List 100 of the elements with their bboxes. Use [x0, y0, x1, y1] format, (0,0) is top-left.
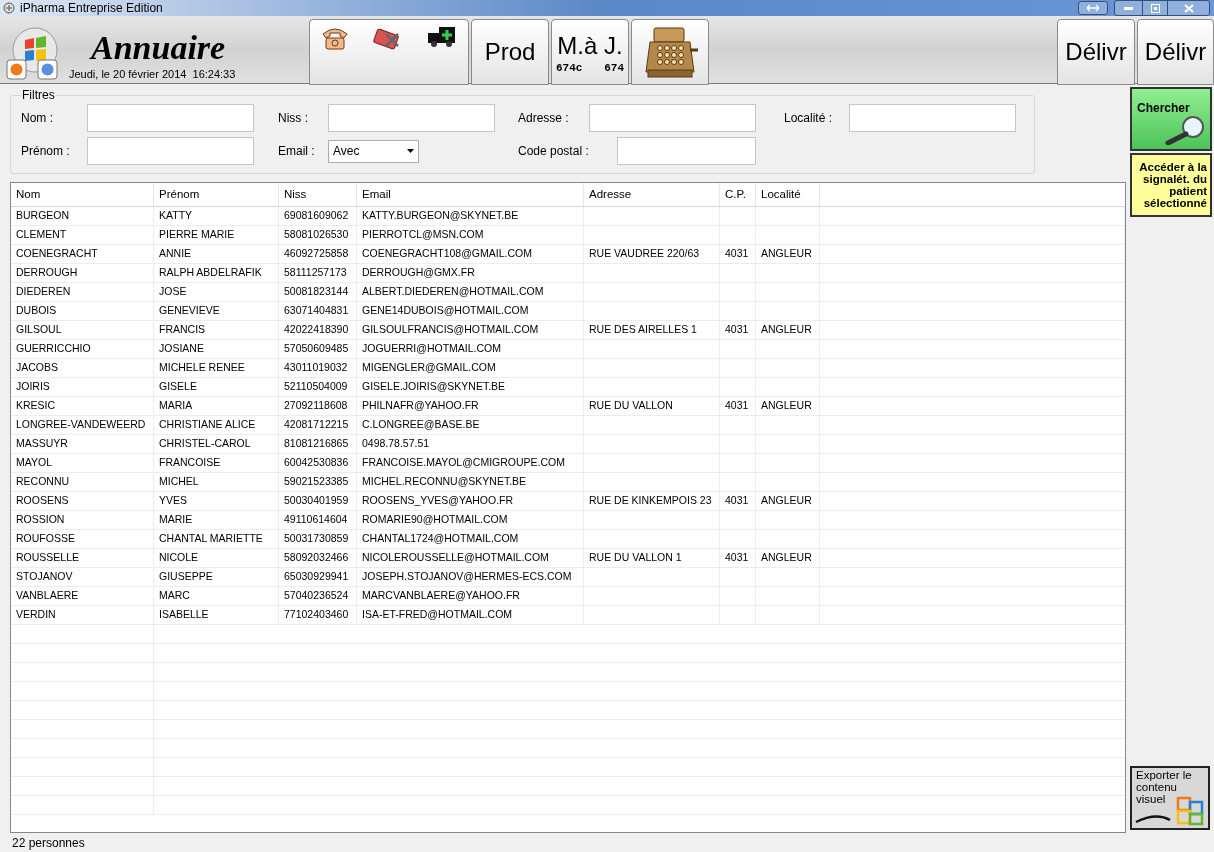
magnifier-icon: [1162, 115, 1206, 145]
table-cell: MICHEL: [159, 474, 199, 490]
deliver-button[interactable]: Délivr: [1057, 19, 1135, 85]
column-header[interactable]: Prénom: [154, 183, 279, 206]
table-row[interactable]: ROSSION MARIE 49110614604 ROMARIE90@HOTMAIL.COM: [11, 511, 1125, 530]
table-row[interactable]: MAYOL FRANCOISE 60042530836 FRANCOISE.MAYOL@CMIGROUPE.COM: [11, 454, 1125, 473]
input-field[interactable]: [849, 104, 1016, 132]
cash-register-button[interactable]: [631, 19, 709, 85]
column-header[interactable]: Adresse: [584, 183, 720, 206]
table-cell: DERROUGH: [16, 265, 78, 281]
table-cell: CHRISTIANE ALICE: [159, 417, 256, 433]
table-row[interactable]: DUBOIS GENEVIEVE 63071404831 GENE14DUBOIS@HOTMAIL.COM: [11, 302, 1125, 321]
table-cell: 50031730859: [284, 531, 349, 547]
column-header[interactable]: Niss: [279, 183, 357, 206]
table-row[interactable]: JOIRIS GISELE 52110504009 GISELE.JOIRIS@SKYNET.BE: [11, 378, 1125, 397]
table-cell: GISELE: [159, 379, 197, 395]
table-cell: 58111257173: [284, 265, 347, 281]
table-row[interactable]: BURGEON KATTY 69081609062 KATTY.BURGEON@SKYNET.BE: [11, 207, 1125, 226]
prod-button[interactable]: Prod: [471, 19, 549, 85]
table-cell: ROUSSELLE: [16, 550, 80, 566]
field-label: Adresse :: [518, 110, 570, 127]
table-row[interactable]: CLEMENT PIERRE MARIE 58081026530 PIERROTCL@MSN.COM: [11, 226, 1125, 245]
table-cell: MARCVANBLAERE@YAHOO.FR: [362, 588, 520, 604]
table-cell: RALPH ABDELRAFIK: [159, 265, 262, 281]
field-label: Code postal :: [518, 143, 590, 160]
table-row[interactable]: MASSUYR CHRISTEL-CAROL 81081216865 0498.78.57.51: [11, 435, 1125, 454]
export-button[interactable]: Exporter le contenu visuel: [1130, 766, 1210, 830]
table-row[interactable]: COENEGRACHT ANNIE 46092725858 COENEGRACHT108@GMAIL.COM RUE VAUDREE 220/63 4031 ANGLEUR: [11, 245, 1125, 264]
table-cell: KRESIC: [16, 398, 56, 414]
table-cell: 77102403460: [284, 607, 349, 623]
table-row[interactable]: RECONNU MICHEL 59021523385 MICHEL.RECONNU@SKYNET.BE: [11, 473, 1125, 492]
table-cell: GUERRICCHIO: [16, 341, 91, 357]
table-cell: KATTY: [159, 208, 193, 224]
table-cell: MARC: [159, 588, 190, 604]
table-row[interactable]: DERROUGH RALPH ABDELRAFIK 58111257173 DERROUGH@GMX.FR: [11, 264, 1125, 283]
table-cell: GISELE.JOIRIS@SKYNET.BE: [362, 379, 506, 395]
table-row[interactable]: ROOSENS YVES 50030401959 ROOSENS_YVES@YAHOO.FR RUE DE KINKEMPOIS 23 4031 ANGLEUR: [11, 492, 1125, 511]
table-cell: MAYOL: [16, 455, 52, 471]
table-cell: ANGLEUR: [761, 398, 812, 414]
field-label: Prénom :: [21, 143, 71, 160]
table-cell: 69081609062: [284, 208, 349, 224]
table-cell: RUE DES AIRELLES 1: [589, 322, 697, 338]
status-text: 22 personnes: [12, 834, 85, 852]
table-cell: ANNIE: [159, 246, 192, 262]
input-field[interactable]: [617, 137, 756, 165]
table-row[interactable]: VANBLAERE MARC 57040236524 MARCVANBLAERE@YAHOO.FR: [11, 587, 1125, 606]
table-cell: YVES: [159, 493, 187, 509]
table-cell: 57050609485: [284, 341, 349, 357]
office-icon: [1134, 794, 1206, 826]
table-cell: PIERROTCL@MSN.COM: [362, 227, 484, 243]
table-cell: 49110614604: [284, 512, 348, 528]
table-cell: 4031: [725, 246, 749, 262]
table-cell: JOSEPH.STOJANOV@HERMES-ECS.COM: [362, 569, 572, 585]
field-label: Niss :: [278, 110, 309, 127]
app-icon: [3, 2, 15, 14]
table-row[interactable]: KRESIC MARIA 27092118608 PHILNAFR@YAHOO.FR RUE DU VALLON 4031 ANGLEUR: [11, 397, 1125, 416]
table-cell: 43011019032: [284, 360, 348, 376]
table-row[interactable]: VERDIN ISABELLE 77102403460 ISA-ET-FRED@HOTMAIL.COM: [11, 606, 1125, 625]
deliver-button[interactable]: Délivr: [1137, 19, 1214, 85]
table-cell: 63071404831: [284, 303, 349, 319]
table-cell: 81081216865: [284, 436, 349, 452]
table-cell: KATTY.BURGEON@SKYNET.BE: [362, 208, 519, 224]
input-field[interactable]: [87, 104, 254, 132]
update-button[interactable]: M.à J. 674c 674: [551, 19, 629, 85]
search-button[interactable]: Chercher: [1130, 87, 1212, 151]
table-cell: ISA-ET-FRED@HOTMAIL.COM: [362, 607, 513, 623]
column-header[interactable]: C.P.: [720, 183, 756, 206]
table-row[interactable]: GILSOUL FRANCIS 42022418390 GILSOULFRANCIS@HOTMAIL.COM RUE DES AIRELLES 1 4031 ANGLEUR: [11, 321, 1125, 340]
patient-record-button[interactable]: Accéder à la signalét. du patient sélectionné: [1130, 153, 1212, 217]
table-cell: 4031: [725, 322, 749, 338]
table-cell: ROSSION: [16, 512, 65, 528]
telephone-icon: [321, 26, 350, 50]
table-cell: DUBOIS: [16, 303, 57, 319]
table-cell: GILSOUL: [16, 322, 62, 338]
table-cell: PIERRE MARIE: [159, 227, 235, 243]
ambulance-icon: [426, 26, 457, 48]
table-cell: 58081026530: [284, 227, 349, 243]
column-header[interactable]: Nom: [11, 183, 154, 206]
column-header[interactable]: Email: [357, 183, 584, 206]
table-row[interactable]: JACOBS MICHELE RENEE 43011019032 MIGENGLER@GMAIL.COM: [11, 359, 1125, 378]
table-cell: DIEDEREN: [16, 284, 71, 300]
field-label: Localité :: [784, 110, 834, 127]
column-header[interactable]: Localité: [756, 183, 820, 206]
table-row[interactable]: GUERRICCHIO JOSIANE 57050609485 JOGUERRI@HOTMAIL.COM: [11, 340, 1125, 359]
table-row[interactable]: ROUSSELLE NICOLE 58092032466 NICOLEROUSSELLE@HOTMAIL.COM RUE DU VALLON 1 4031 ANGLEUR: [11, 549, 1125, 568]
table-cell: MIGENGLER@GMAIL.COM: [362, 360, 496, 376]
input-field[interactable]: [328, 104, 495, 132]
resize-button[interactable]: [1078, 1, 1108, 15]
email-dropdown[interactable]: Avec: [328, 139, 419, 163]
table-cell: JOSE: [159, 284, 187, 300]
table-cell: MICHELE RENEE: [159, 360, 245, 376]
input-field[interactable]: [589, 104, 756, 132]
table-row[interactable]: DIEDEREN JOSE 50081823144 ALBERT.DIEDEREN@HOTMAIL.COM: [11, 283, 1125, 302]
input-field[interactable]: [87, 137, 254, 165]
table-cell: NICOLEROUSSELLE@HOTMAIL.COM: [362, 550, 549, 566]
table-row[interactable]: ROUFOSSE CHANTAL MARIETTE 50031730859 CHANTAL1724@HOTMAIL.COM: [11, 530, 1125, 549]
table-row[interactable]: LONGREE-VANDEWEERD CHRISTIANE ALICE 42081712215 C.LONGREE@BASE.BE: [11, 416, 1125, 435]
table-cell: ALBERT.DIEDEREN@HOTMAIL.COM: [362, 284, 544, 300]
table-row[interactable]: STOJANOV GIUSEPPE 65030929941 JOSEPH.STOJANOV@HERMES-ECS.COM: [11, 568, 1125, 587]
quick-access-button[interactable]: [309, 19, 469, 85]
